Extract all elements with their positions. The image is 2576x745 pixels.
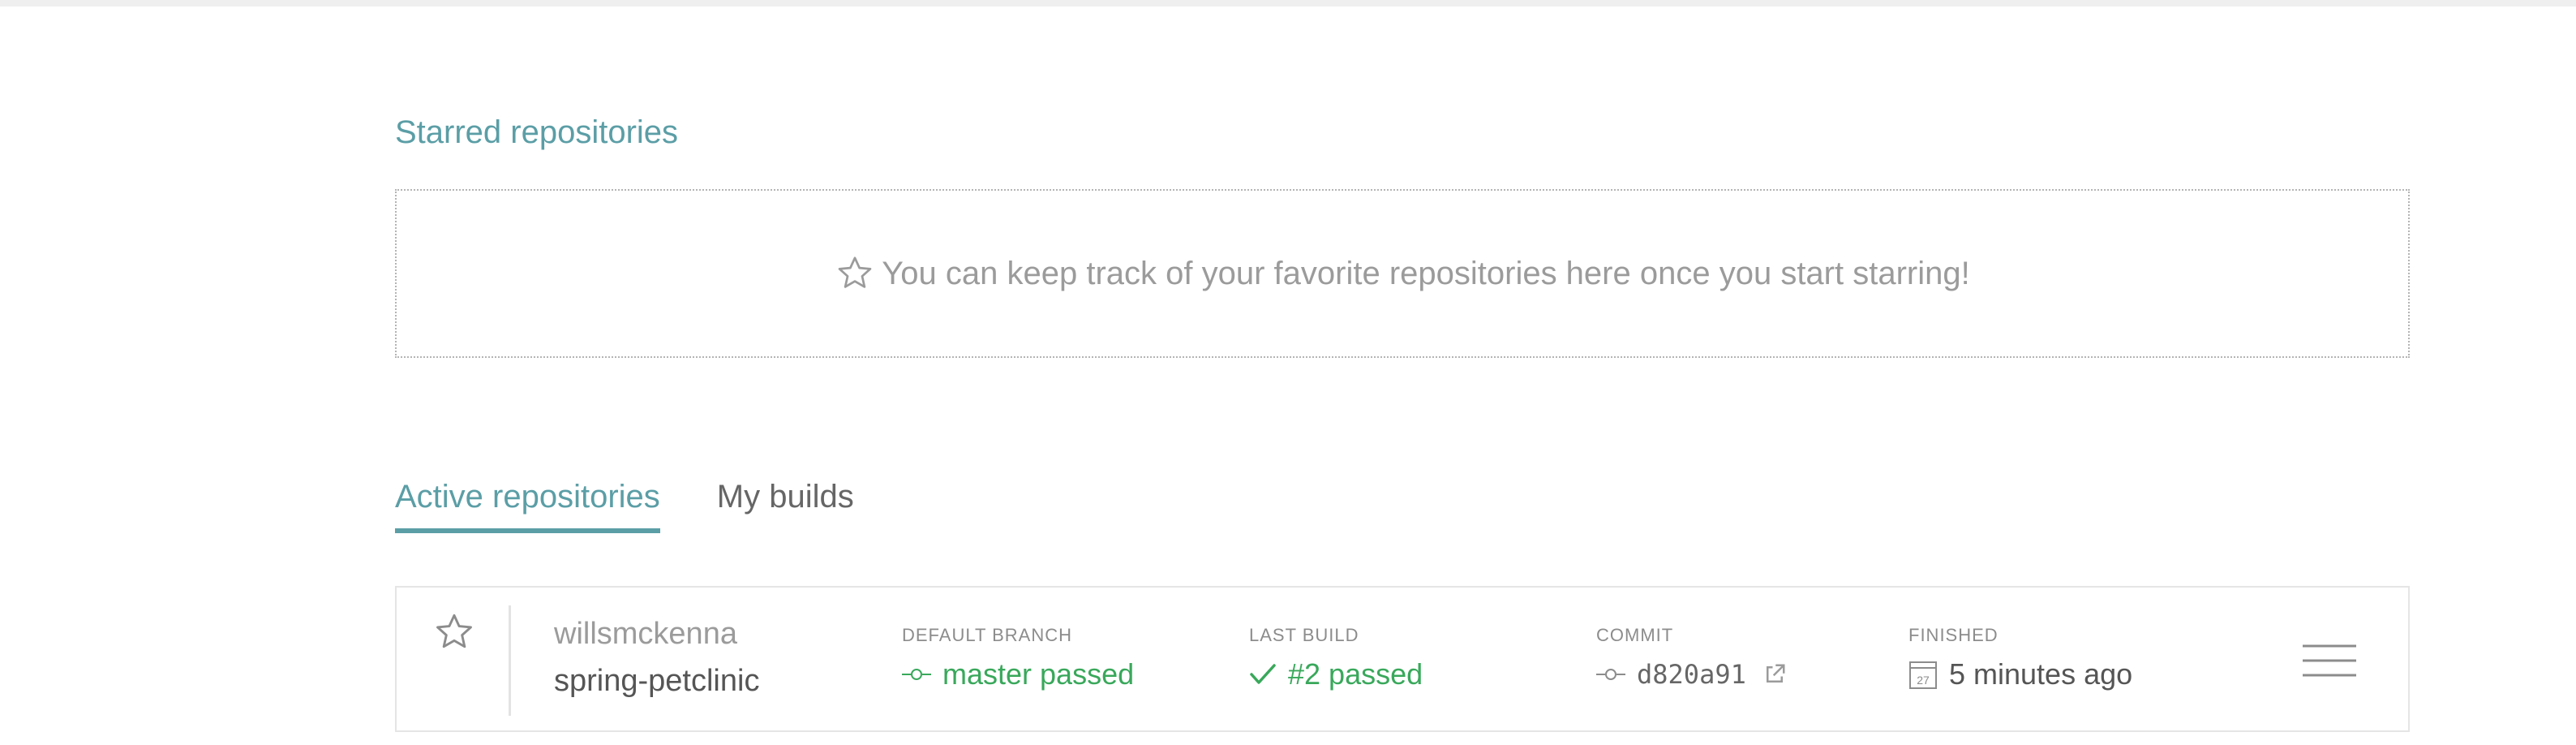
starred-empty-box: You can keep track of your favorite repo… [395, 189, 2410, 358]
repo-name[interactable]: spring-petclinic [554, 662, 759, 700]
calendar-icon: 27 [1909, 661, 1937, 689]
last-build-text: #2 passed [1288, 657, 1423, 691]
commit-value[interactable]: d820a91 [1596, 656, 1787, 693]
starred-empty-text: You can keep track of your favorite repo… [882, 255, 1970, 291]
tab-my-builds[interactable]: My builds [717, 475, 854, 533]
branch-icon [902, 669, 931, 680]
tab-active-repositories[interactable]: Active repositories [395, 475, 660, 533]
row-divider [509, 605, 511, 716]
external-link-icon[interactable] [1762, 662, 1787, 687]
finished-value: 27 5 minutes ago [1908, 656, 2132, 693]
default-branch-text: master passed [942, 657, 1135, 691]
default-branch-label: DEFAULT BRANCH [902, 625, 1073, 645]
hamburger-menu-icon[interactable] [2301, 643, 2358, 678]
last-build-label: LAST BUILD [1249, 625, 1359, 645]
starred-empty-message: You can keep track of your favorite repo… [835, 253, 1970, 294]
repo-owner[interactable]: willsmckenna [554, 615, 737, 652]
last-build-value[interactable]: #2 passed [1249, 656, 1423, 693]
top-bar [0, 0, 2576, 6]
repository-tabs: Active repositories My builds [395, 475, 911, 533]
finished-label: FINISHED [1908, 625, 1999, 645]
star-repo-icon[interactable] [432, 610, 476, 654]
calendar-day: 27 [1917, 674, 1930, 687]
finished-text: 5 minutes ago [1949, 657, 2133, 691]
commit-label: COMMIT [1596, 625, 1674, 645]
repository-row: willsmckenna spring-petclinic DEFAULT BR… [395, 586, 2410, 732]
check-icon [1250, 664, 1276, 684]
commit-sha: d820a91 [1637, 659, 1746, 690]
commit-icon [1596, 669, 1625, 680]
default-branch-value[interactable]: master passed [902, 656, 1134, 693]
starred-repositories-title: Starred repositories [395, 114, 679, 150]
star-outline-icon [838, 256, 872, 288]
